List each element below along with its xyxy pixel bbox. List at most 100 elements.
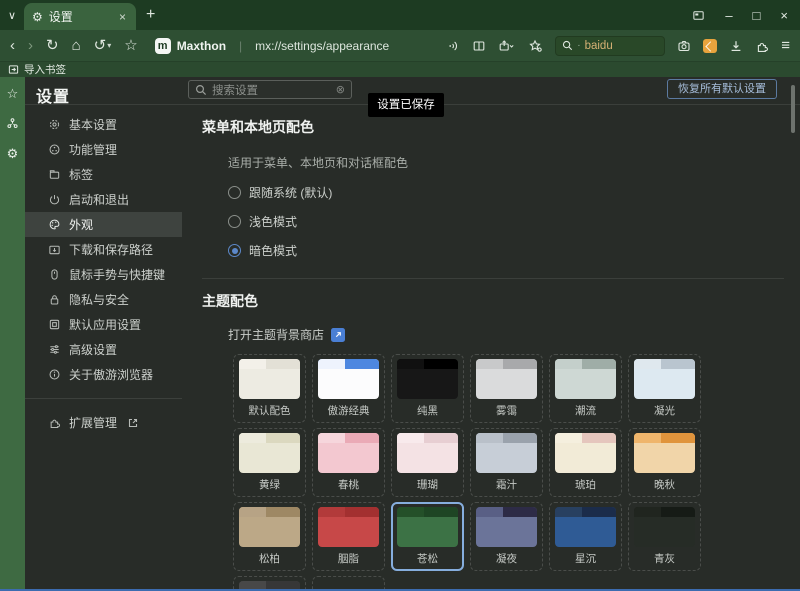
radio-checked-icon[interactable] xyxy=(228,244,241,257)
sidebar-item-privacy-security[interactable]: 隐私与安全 xyxy=(25,287,182,312)
theme-cell-7[interactable]: 春桃 xyxy=(312,428,385,497)
main-menu-icon[interactable]: ≡ xyxy=(781,38,790,53)
sidebar-item-about-browser[interactable]: 关于傲游浏览器 xyxy=(25,362,182,387)
theme-cell-9[interactable]: 霜汁 xyxy=(470,428,543,497)
theme-cell-8[interactable]: 珊瑚 xyxy=(391,428,464,497)
extensions-puzzle-icon[interactable] xyxy=(755,39,769,53)
tabs-icon xyxy=(48,168,61,181)
rail-favorites-star-icon[interactable]: ☆ xyxy=(7,87,19,100)
theme-swatch xyxy=(318,433,379,473)
theme-swatch xyxy=(555,359,616,399)
rail-settings-gear-icon[interactable]: ⚙ xyxy=(7,147,19,160)
theme-cell-3[interactable]: 雾霭 xyxy=(470,354,543,423)
radio-unchecked-icon[interactable] xyxy=(228,186,241,199)
maximize-button[interactable]: □ xyxy=(753,9,761,22)
theme-cell-13[interactable]: 胭脂 xyxy=(312,502,385,571)
theme-cell-5[interactable]: 凝光 xyxy=(628,354,701,423)
sidebar-item-download-path[interactable]: 下载和保存路径 xyxy=(25,237,182,262)
sidebar-item-startup-exit[interactable]: 启动和退出 xyxy=(25,187,182,212)
brand-name: Maxthon xyxy=(177,39,226,53)
theme-cell-15[interactable]: 凝夜 xyxy=(470,502,543,571)
privacy-security-icon xyxy=(48,293,61,306)
search-icon xyxy=(195,84,207,96)
theme-cell-0[interactable]: 默认配色 xyxy=(233,354,306,423)
scrollbar-thumb[interactable] xyxy=(791,85,795,133)
sidebar-item-label: 基本设置 xyxy=(69,116,117,133)
search-placeholder: 搜索设置 xyxy=(212,82,331,98)
theme-swatch xyxy=(476,359,537,399)
workspace-icon[interactable] xyxy=(692,9,705,22)
radio-unchecked-icon[interactable] xyxy=(228,215,241,228)
maxthon-logo-icon[interactable]: m xyxy=(155,38,171,54)
import-bookmarks-button[interactable]: 导入书签 xyxy=(24,62,66,77)
theme-cell-6[interactable]: 黄绿 xyxy=(233,428,306,497)
search-clear-icon[interactable]: ⊗ xyxy=(336,83,345,96)
collect-star-icon[interactable] xyxy=(528,39,543,53)
tab-list-chevron-icon[interactable]: ∨ xyxy=(0,9,24,30)
download-icon[interactable] xyxy=(729,39,743,53)
sidebar-item-advanced-settings[interactable]: 高级设置 xyxy=(25,337,182,362)
reload-button[interactable]: ↻ xyxy=(46,38,59,53)
theme-section-title: 主题配色 xyxy=(202,291,786,311)
undo-caret-icon[interactable]: ▾ xyxy=(107,41,111,50)
menu-color-section-title: 菜单和本地页配色 xyxy=(202,117,786,137)
search-caret-dot: · xyxy=(577,40,580,51)
titlebar: ∨ ⚙ 设置 × + – □ × xyxy=(0,0,800,30)
theme-cell-16[interactable]: 星沉 xyxy=(549,502,622,571)
address-bar[interactable]: mx://settings/appearance xyxy=(255,39,433,53)
read-aloud-icon[interactable] xyxy=(446,39,460,53)
reader-book-icon[interactable] xyxy=(472,39,486,53)
theme-store-link[interactable]: 打开主题背景商店 xyxy=(228,326,786,343)
radio-option-label: 浅色模式 xyxy=(249,213,297,230)
restore-defaults-button[interactable]: 恢复所有默认设置 xyxy=(667,79,777,99)
theme-label: 凝光 xyxy=(629,403,700,418)
minimize-button[interactable]: – xyxy=(725,9,732,22)
sidebar-item-feature-management[interactable]: 功能管理 xyxy=(25,137,182,162)
new-tab-button[interactable]: + xyxy=(136,6,167,30)
theme-label: 星沉 xyxy=(550,551,621,566)
theme-cell-2[interactable]: 纯黑 xyxy=(391,354,464,423)
settings-search-input[interactable]: 搜索设置 ⊗ xyxy=(188,80,352,99)
forward-button[interactable]: › xyxy=(28,38,33,53)
undo-button[interactable]: ↺▾ xyxy=(94,38,112,53)
theme-swatch xyxy=(634,507,695,547)
brand: m Maxthon xyxy=(155,38,226,54)
close-button[interactable]: × xyxy=(780,9,788,22)
sidebar-item-appearance[interactable]: 外观 xyxy=(25,212,182,237)
radio-option-0[interactable]: 跟随系统 (默认) xyxy=(228,178,786,207)
share-icon[interactable] xyxy=(498,39,516,53)
sidebar-item-extensions[interactable]: 扩展管理 xyxy=(25,410,182,435)
rail-apps-molecule-icon[interactable] xyxy=(6,117,19,130)
theme-cell-4[interactable]: 潮流 xyxy=(549,354,622,423)
theme-cell-11[interactable]: 晚秋 xyxy=(628,428,701,497)
sidebar-item-default-apps[interactable]: 默认应用设置 xyxy=(25,312,182,337)
maxnote-icon[interactable] xyxy=(703,39,717,53)
theme-swatch xyxy=(318,507,379,547)
startup-exit-icon xyxy=(48,193,61,206)
home-button[interactable]: ⌂ xyxy=(72,38,81,53)
main-row: ☆ ⚙ 设置 搜索设置 ⊗ 恢复所有默认设置 设置已保存 基本设置功能管理标签启 xyxy=(0,77,800,591)
radio-option-2[interactable]: 暗色模式 xyxy=(228,236,786,265)
back-button[interactable]: ‹ xyxy=(10,38,15,53)
sidebar-item-label: 默认应用设置 xyxy=(69,316,141,333)
tab-close-icon[interactable]: × xyxy=(117,10,128,24)
sidebar-divider xyxy=(25,398,182,399)
extensions-label: 扩展管理 xyxy=(69,414,117,431)
sidebar-item-mouse-shortcuts[interactable]: 鼠标手势与快捷键 xyxy=(25,262,182,287)
theme-cell-1[interactable]: 傲游经典 xyxy=(312,354,385,423)
theme-grid: 默认配色傲游经典纯黑雾霭潮流凝光黄绿春桃珊瑚霜汁琥珀晚秋松柏胭脂苍松凝夜星沉青灰… xyxy=(233,354,707,591)
theme-cell-10[interactable]: 琥珀 xyxy=(549,428,622,497)
favorite-star-button[interactable]: ☆ xyxy=(124,38,137,53)
sidebar-item-basic-settings[interactable]: 基本设置 xyxy=(25,112,182,137)
screenshot-camera-icon[interactable] xyxy=(677,39,691,53)
theme-cell-17[interactable]: 青灰 xyxy=(628,502,701,571)
sidebar-item-tabs[interactable]: 标签 xyxy=(25,162,182,187)
theme-cell-12[interactable]: 松柏 xyxy=(233,502,306,571)
radio-option-1[interactable]: 浅色模式 xyxy=(228,207,786,236)
search-icon xyxy=(562,40,573,51)
active-tab[interactable]: ⚙ 设置 × xyxy=(24,3,136,30)
quick-search-box[interactable]: · baidu xyxy=(555,36,665,56)
theme-label: 胭脂 xyxy=(313,551,384,566)
theme-cell-14[interactable]: 苍松 xyxy=(391,502,464,571)
theme-swatch xyxy=(239,433,300,473)
